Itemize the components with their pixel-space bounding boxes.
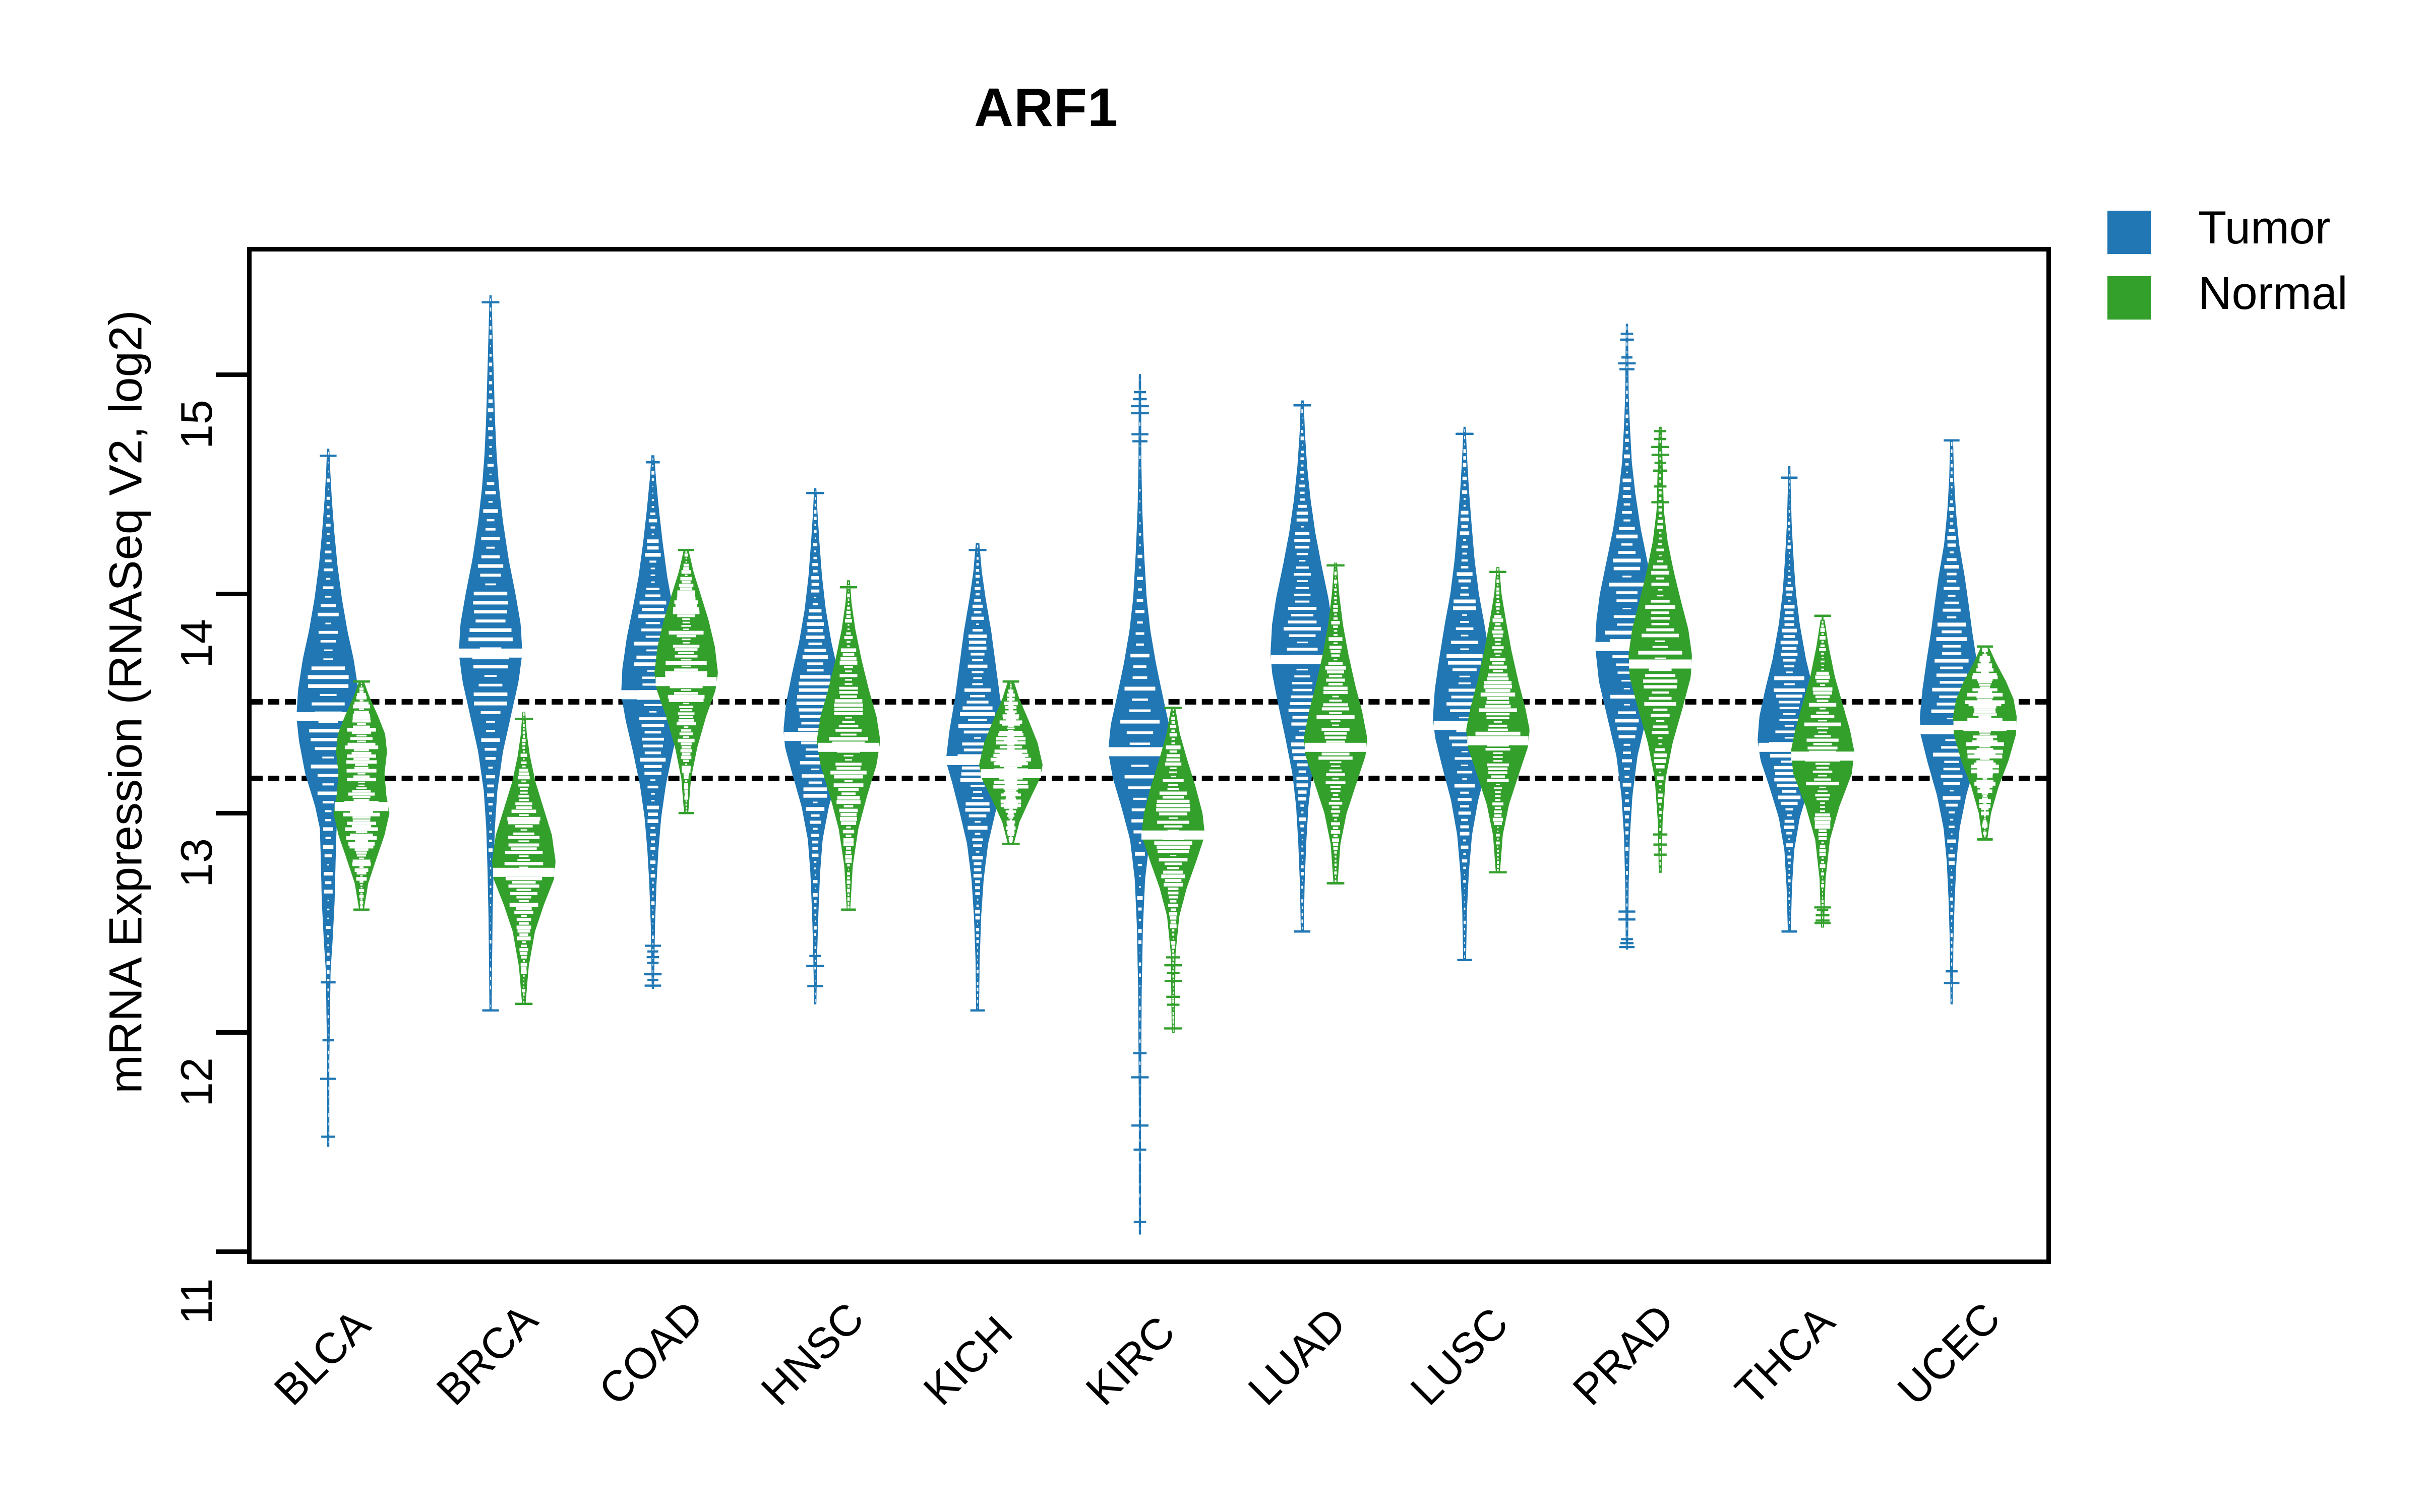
x-axis-label-brca: BRCA xyxy=(427,1295,547,1415)
legend-label-tumor: Tumor xyxy=(2198,202,2331,254)
legend-swatch-normal xyxy=(2107,276,2151,320)
beeswarm-gap xyxy=(1979,799,1991,803)
beeswarm-gap xyxy=(1981,811,1989,815)
x-axis-label-thca: THCA xyxy=(1726,1297,1844,1415)
beeswarm-gap xyxy=(1977,789,1992,793)
beeswarm-gap xyxy=(1974,708,1995,711)
y-axis-title: mRNA Expression (RNASeq V2, log2) xyxy=(100,310,152,1094)
x-axis-label-kirc: KIRC xyxy=(1076,1307,1184,1415)
beeswarm-gap xyxy=(1984,817,1986,820)
chart-root: ARF1 mRNA Expression (RNASeq V2, log2) 1… xyxy=(0,0,2420,1512)
x-axis-label-lusc: LUSC xyxy=(1401,1298,1518,1415)
beeswarm-gap xyxy=(1967,749,2003,753)
plot-clip xyxy=(252,251,2046,1259)
beeswarm-gap xyxy=(1979,656,1990,660)
beeswarm-gap xyxy=(1979,731,1991,733)
beeswarm-gap xyxy=(1979,745,1990,748)
beeswarm-gap xyxy=(1973,713,1997,716)
beeswarm-gap xyxy=(1976,748,1993,750)
x-axis-label-kich: KICH xyxy=(914,1307,1022,1415)
beeswarm-gap xyxy=(1981,792,1988,795)
beeswarm-gap xyxy=(1983,820,1987,822)
beeswarm-gap xyxy=(1977,699,1992,701)
y-tick-label: 11 xyxy=(171,1278,221,1325)
beeswarm-gap xyxy=(1977,691,1992,694)
x-axis-label-ucec: UCEC xyxy=(1888,1293,2010,1415)
legend-swatch-tumor xyxy=(2107,211,2151,254)
beeswarm-gap xyxy=(1981,671,1989,674)
beeswarm-gap xyxy=(1980,758,1990,760)
beeswarm-gap xyxy=(1983,652,1986,654)
beeswarm-gap xyxy=(1976,760,1993,763)
beeswarm-gap xyxy=(1965,700,2005,704)
violin-normal-ucec xyxy=(252,251,2046,1259)
beeswarm-gap xyxy=(1973,735,1998,738)
beeswarm-gap xyxy=(1984,830,1985,832)
median-marker xyxy=(1953,721,2017,730)
beeswarm-gap xyxy=(1978,716,1991,718)
x-axis-label-luad: LUAD xyxy=(1239,1298,1355,1415)
beeswarm-gap xyxy=(1972,740,1998,743)
y-tick-label: 15 xyxy=(171,400,221,449)
chart-title: ARF1 xyxy=(974,77,1119,138)
beeswarm-gap xyxy=(1984,815,1986,817)
beeswarm-gap xyxy=(1979,804,1990,808)
beeswarm-gap xyxy=(1978,681,1992,683)
beeswarm-gap xyxy=(1973,706,1996,709)
beeswarm-gap xyxy=(1981,797,1988,800)
legend-label-normal: Normal xyxy=(2198,268,2348,319)
plot-area xyxy=(247,247,2051,1264)
beeswarm-gap xyxy=(1977,663,1992,667)
beeswarm-gap xyxy=(1974,762,1996,766)
y-tick-label: 14 xyxy=(171,619,221,668)
beeswarm-gap xyxy=(1967,718,2003,721)
beeswarm-gap xyxy=(1967,692,2003,697)
outlier-point xyxy=(1977,838,1993,841)
beeswarm-gap xyxy=(1973,673,1997,677)
beeswarm-gap xyxy=(1974,711,1996,713)
beeswarm-gap xyxy=(1984,827,1986,830)
x-axis-label-hnsc: HNSC xyxy=(752,1293,873,1415)
outlier-point xyxy=(1977,645,1993,648)
y-tick-label: 12 xyxy=(171,1057,221,1107)
beeswarm-gap xyxy=(1977,775,1993,778)
beeswarm-gap xyxy=(1976,738,1993,740)
beeswarm-gap xyxy=(1976,780,1993,783)
beeswarm-gap xyxy=(1984,834,1986,837)
beeswarm-gap xyxy=(1983,831,1987,835)
beeswarm-gap xyxy=(1983,802,1986,804)
beeswarm-gap xyxy=(1980,787,1990,790)
beeswarm-gap xyxy=(1982,654,1987,657)
x-axis-label-blca: BLCA xyxy=(265,1300,380,1415)
beeswarm-gap xyxy=(1979,686,1990,688)
beeswarm-gap xyxy=(1982,795,1987,797)
beeswarm-gap xyxy=(1984,810,1986,812)
beeswarm-gap xyxy=(1982,822,1987,825)
x-axis-label-coad: COAD xyxy=(589,1292,713,1415)
beeswarm-gap xyxy=(1982,778,1987,780)
x-axis-label-prad: PRAD xyxy=(1563,1295,1683,1415)
y-tick-label: 13 xyxy=(171,838,221,888)
beeswarm-gap xyxy=(1979,733,1990,735)
beeswarm-gap xyxy=(1979,683,1991,686)
violin-shape xyxy=(1953,645,2017,841)
beeswarm-gap xyxy=(1972,688,1998,691)
